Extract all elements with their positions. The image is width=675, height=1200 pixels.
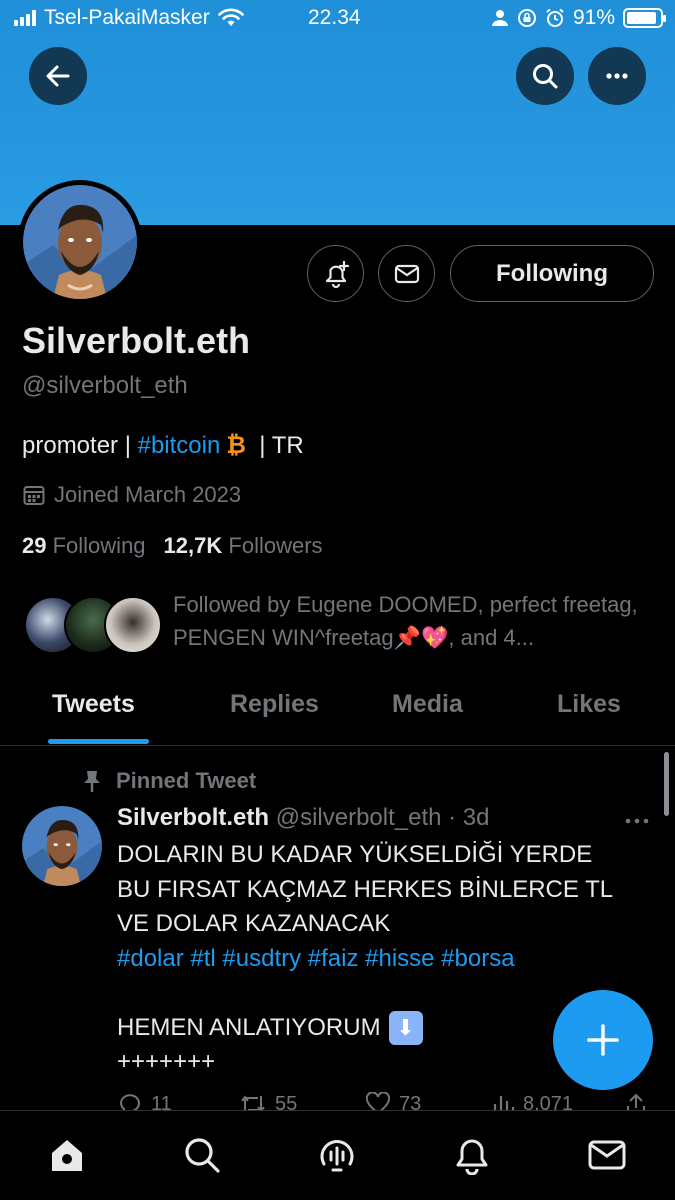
more-horizontal-icon bbox=[625, 818, 649, 824]
tweet-hashtags[interactable]: #dolar #tl #usdtry #faiz #hisse #borsa bbox=[117, 942, 657, 977]
home-icon bbox=[52, 1140, 82, 1171]
clock: 22.34 bbox=[308, 6, 361, 29]
message-button[interactable] bbox=[378, 245, 435, 302]
bell-plus-icon bbox=[325, 260, 349, 288]
join-date: Joined March 2023 bbox=[22, 482, 241, 508]
avatar-image bbox=[22, 806, 102, 886]
following-label: Following bbox=[52, 533, 146, 558]
bio-prefix: promoter | bbox=[22, 432, 138, 459]
bitcoin-emoji: ₿ bbox=[226, 432, 246, 459]
person-icon bbox=[491, 10, 508, 26]
back-button[interactable] bbox=[29, 47, 87, 105]
followers-stat[interactable]: 12,7K Followers bbox=[164, 533, 323, 559]
envelope-icon bbox=[394, 264, 419, 283]
search-button[interactable] bbox=[516, 47, 574, 105]
spaces-icon bbox=[320, 1140, 354, 1172]
notifications-toggle-button[interactable] bbox=[307, 245, 364, 302]
followed-by-text[interactable]: Followed by Eugene DOOMED, perfect freet… bbox=[173, 588, 663, 654]
status-right: 91% bbox=[491, 6, 666, 30]
bottom-navigation bbox=[0, 1110, 675, 1200]
tab-replies[interactable]: Replies bbox=[230, 690, 319, 719]
tweet-more-button[interactable] bbox=[624, 806, 650, 832]
messages-icon bbox=[588, 1140, 626, 1170]
battery-icon bbox=[623, 8, 666, 28]
nav-notifications[interactable] bbox=[450, 1133, 494, 1177]
followers-label: Followers bbox=[228, 533, 323, 558]
pinned-label: Pinned Tweet bbox=[82, 768, 256, 794]
tab-likes[interactable]: Likes bbox=[557, 690, 621, 719]
display-name: Silverbolt.eth bbox=[22, 320, 251, 361]
notifications-icon bbox=[456, 1139, 488, 1175]
profile-tabs: Tweets Replies Media Likes bbox=[0, 670, 675, 746]
search-icon bbox=[185, 1138, 220, 1173]
scrollbar[interactable] bbox=[664, 752, 669, 816]
wifi-icon bbox=[217, 8, 244, 26]
tweet-author-name[interactable]: Silverbolt.eth bbox=[117, 804, 269, 831]
tweet-line: BU FIRSAT KAÇMAZ HERKES BİNLERCE TL bbox=[117, 875, 614, 903]
more-button[interactable] bbox=[588, 47, 646, 105]
tab-media[interactable]: Media bbox=[392, 690, 463, 719]
carrier-group: Tsel-PakaiMasker bbox=[14, 6, 244, 30]
down-arrow-emoji: ⬇ bbox=[388, 1011, 423, 1046]
pinned-label-text: Pinned Tweet bbox=[116, 768, 257, 793]
following-count: 29 bbox=[22, 533, 47, 558]
tab-tweets[interactable]: Tweets bbox=[52, 690, 135, 719]
tweet-author-avatar[interactable] bbox=[22, 806, 102, 886]
tweet-handle-time: @silverbolt_eth · 3d bbox=[275, 804, 490, 831]
nav-spaces[interactable] bbox=[315, 1133, 359, 1177]
nav-messages[interactable] bbox=[585, 1133, 629, 1177]
follow-stats: 29 Following 12,7K Followers bbox=[22, 533, 323, 559]
tweet-line: VE DOLAR KAZANACAK bbox=[117, 910, 391, 937]
compose-tweet-button[interactable] bbox=[553, 990, 653, 1090]
bio-suffix: | TR bbox=[245, 432, 304, 459]
more-horizontal-icon bbox=[606, 73, 628, 79]
status-bar: Tsel-PakaiMasker 22.34 91% bbox=[0, 0, 675, 40]
nav-search[interactable] bbox=[180, 1133, 224, 1177]
avatar-image bbox=[23, 185, 137, 299]
profile-avatar[interactable] bbox=[18, 180, 142, 304]
followers-count: 12,7K bbox=[163, 533, 223, 558]
active-tab-indicator bbox=[48, 739, 149, 744]
bio-hashtag-link[interactable]: #bitcoin bbox=[138, 432, 221, 460]
join-date-text: Joined March 2023 bbox=[54, 482, 242, 507]
battery-fill bbox=[627, 12, 656, 24]
nav-home[interactable] bbox=[45, 1133, 89, 1177]
alarm-icon bbox=[546, 8, 564, 27]
following-stat[interactable]: 29 Following bbox=[22, 533, 146, 559]
calendar-icon bbox=[23, 486, 45, 505]
username-handle: @silverbolt_eth bbox=[22, 372, 188, 399]
arrow-left-icon bbox=[46, 65, 70, 87]
pin-icon bbox=[84, 771, 100, 792]
rotation-lock-icon bbox=[517, 9, 536, 27]
battery-percent: 91% bbox=[572, 6, 615, 29]
following-button[interactable]: Following bbox=[450, 245, 654, 302]
search-icon bbox=[533, 64, 558, 89]
tweet-line: DOLARIN BU KADAR YÜKSELDİĞİ YERDE bbox=[117, 841, 593, 868]
signal-icon bbox=[14, 10, 36, 26]
plus-icon bbox=[587, 1024, 619, 1056]
bio: promoter | #bitcoin ₿ | TR bbox=[22, 432, 304, 460]
carrier-name: Tsel-PakaiMasker bbox=[44, 6, 210, 29]
tweet-header: Silverbolt.eth @silverbolt_eth · 3d bbox=[117, 804, 490, 832]
followed-by-avatars[interactable] bbox=[24, 596, 164, 654]
follower-avatar bbox=[104, 596, 162, 654]
tweet-cta-text: HEMEN ANLATIYORUM bbox=[117, 1013, 381, 1041]
